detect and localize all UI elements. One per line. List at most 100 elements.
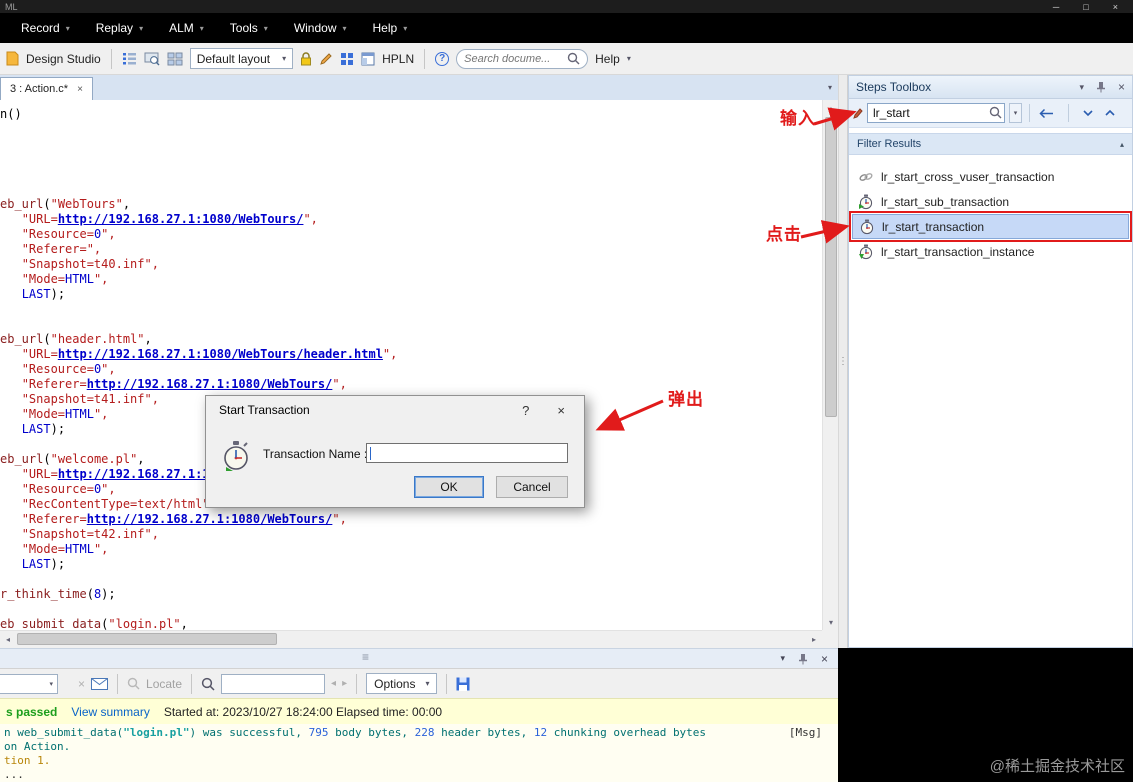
find-next-icon[interactable]: ▸	[342, 678, 347, 689]
doc-search-box	[456, 48, 589, 69]
filter-results-header[interactable]: Filter Results ▴	[849, 133, 1132, 155]
scroll-up-icon[interactable]: ▴	[823, 100, 839, 116]
find-previous-icon[interactable]: ◂	[331, 678, 336, 689]
watermark: @稀土掘金技术社区	[989, 758, 1125, 775]
design-studio-icon[interactable]	[6, 51, 19, 66]
back-arrow-icon[interactable]	[1039, 108, 1055, 119]
chevron-up-icon[interactable]	[1104, 109, 1116, 117]
scroll-right-icon[interactable]: ▸	[806, 631, 822, 647]
annotation-popup: 弹出	[668, 390, 704, 409]
background-area: @稀土掘金技术社区	[838, 648, 1133, 782]
annotation-click: 点击	[766, 225, 802, 244]
code-line: "URL=http://192.168.27.1:1080/WebTours/"…	[21, 212, 318, 226]
close-button[interactable]: ×	[1113, 2, 1118, 12]
steps-toolbox-title: Steps Toolbox	[856, 80, 932, 94]
horizontal-scroll-thumb[interactable]	[17, 633, 277, 645]
code-line: "Referer=",	[21, 242, 102, 256]
pin-icon[interactable]	[1096, 81, 1106, 93]
collapse-icon[interactable]: ▴	[1120, 140, 1124, 149]
window-title: ML	[5, 1, 18, 12]
steps-search-input[interactable]	[867, 103, 1005, 123]
hpln-button[interactable]: HPLN	[382, 52, 414, 66]
code-editor[interactable]: n() eb_url("WebTours", "URL=http://192.1…	[0, 100, 822, 630]
menu-tools[interactable]: Tools ▾	[217, 13, 281, 43]
separator	[117, 673, 119, 694]
menu-record[interactable]: Record ▾	[8, 13, 83, 43]
view-summary-link[interactable]: View summary	[71, 705, 149, 719]
log-line: tion 1.	[4, 754, 51, 767]
lock-icon[interactable]	[300, 51, 312, 66]
tab-action-c[interactable]: 3 : Action.c* ×	[0, 77, 93, 100]
vertical-scroll-thumb[interactable]	[825, 117, 837, 417]
mail-icon[interactable]	[91, 677, 109, 690]
separator	[356, 673, 358, 694]
output-panel-header[interactable]: ≡ ▾ ×	[0, 648, 838, 668]
separator	[191, 673, 193, 694]
steps-item[interactable]: lr_start_cross_vuser_transaction	[852, 164, 1129, 189]
search-history-dropdown[interactable]: ▾	[1009, 103, 1022, 123]
scroll-left-icon[interactable]: ◂	[0, 631, 16, 647]
ok-button[interactable]: OK	[414, 476, 484, 498]
edit-icon[interactable]	[319, 52, 333, 66]
steps-item[interactable]: lr_start_sub_transaction	[852, 189, 1129, 214]
scroll-down-icon[interactable]: ▾	[823, 614, 839, 630]
snapshot-viewer-icon[interactable]	[144, 52, 160, 66]
step-list-icon[interactable]	[122, 52, 137, 65]
steps-item[interactable]: lr_start_transaction	[849, 211, 1132, 242]
pin-icon[interactable]	[798, 653, 808, 665]
code-line: "Referer=http://192.168.27.1:1080/WebTou…	[21, 512, 347, 526]
minimize-button[interactable]: ─	[1053, 2, 1059, 12]
tab-overflow-icon[interactable]: ▾	[822, 75, 838, 100]
vertical-splitter[interactable]: ⋮	[838, 75, 848, 648]
panel-menu-icon[interactable]: ▾	[1079, 82, 1084, 93]
steps-item[interactable]: lr_start_transaction_instance	[852, 239, 1129, 264]
menu-help[interactable]: Help ▾	[360, 13, 421, 43]
status-passed: s passed	[6, 704, 58, 719]
chevron-down-icon: ▾	[425, 679, 430, 688]
tab-close-icon[interactable]: ×	[77, 84, 83, 95]
panel-close-icon[interactable]: ×	[821, 652, 828, 666]
search-icon[interactable]	[567, 52, 580, 65]
search-icon[interactable]	[201, 677, 215, 691]
thumbnail-view-icon[interactable]	[167, 52, 183, 66]
log-area[interactable]: n web_submit_data("login.pl") was succes…	[0, 724, 838, 782]
menu-alm[interactable]: ALM ▾	[156, 13, 217, 43]
log-search-input[interactable]	[221, 673, 326, 694]
chevron-down-icon: ▾	[403, 23, 408, 33]
menu-replay[interactable]: Replay ▾	[83, 13, 156, 43]
grid-view-icon[interactable]	[340, 52, 354, 66]
dialog-titlebar[interactable]: Start Transaction ? ×	[206, 396, 584, 424]
design-studio-label[interactable]: Design Studio	[26, 52, 101, 66]
code-line: "Resource=0",	[21, 227, 116, 241]
doc-search-input[interactable]	[464, 52, 564, 65]
options-dropdown[interactable]: Options ▾	[366, 673, 438, 694]
tab-label: 3 : Action.c*	[10, 83, 69, 95]
locate-icon[interactable]	[127, 677, 140, 690]
maximize-button[interactable]: □	[1083, 2, 1088, 12]
cancel-button[interactable]: Cancel	[496, 476, 568, 498]
editor-vertical-scrollbar[interactable]: ▴ ▾	[822, 100, 838, 630]
drag-grip-icon[interactable]: ≡	[362, 650, 369, 664]
menu-label: Tools	[229, 21, 258, 35]
help-menu[interactable]: Help	[595, 52, 620, 66]
search-icon[interactable]	[989, 106, 1002, 119]
log-filter-combo[interactable]: ▾	[0, 673, 58, 694]
chevron-down-icon: ▾	[199, 23, 204, 33]
layout-panes-icon[interactable]	[361, 52, 375, 66]
panel-close-icon[interactable]: ×	[1118, 80, 1125, 94]
chevron-down-icon[interactable]	[1082, 109, 1094, 117]
save-icon[interactable]	[456, 677, 470, 691]
dialog-close-icon[interactable]: ×	[557, 403, 565, 418]
help-circle-icon[interactable]: ?	[435, 51, 450, 66]
locate-label[interactable]: Locate	[146, 677, 182, 691]
layout-combo[interactable]: Default layout ▾	[189, 48, 294, 69]
panel-menu-icon[interactable]: ▾	[780, 653, 785, 664]
menu-window[interactable]: Window ▾	[281, 13, 360, 43]
dialog-help-icon[interactable]: ?	[522, 403, 529, 418]
clear-log-icon[interactable]: ×	[78, 677, 85, 691]
editor-horizontal-scrollbar[interactable]: ◂ ▸	[0, 630, 822, 646]
transaction-name-input[interactable]	[366, 443, 568, 463]
